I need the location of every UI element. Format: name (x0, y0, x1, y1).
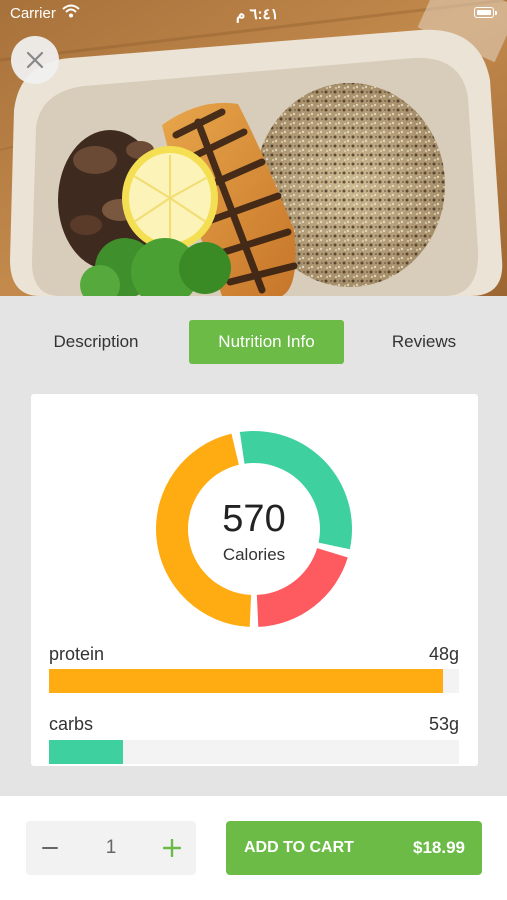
plus-icon (163, 839, 181, 857)
increase-quantity-button[interactable] (148, 821, 196, 875)
carbs-bar-fill (49, 740, 123, 764)
protein-bar-fill (49, 669, 443, 693)
tab-description[interactable]: Description (32, 320, 160, 364)
bottom-action-bar: 1 ADD TO CART $18.99 (0, 796, 507, 900)
meal-photo (0, 0, 507, 296)
battery-icon (474, 7, 497, 18)
tab-bar: Description Nutrition Info Reviews (0, 320, 507, 364)
tab-nutrition-info[interactable]: Nutrition Info (189, 320, 344, 364)
quantity-value: 1 (105, 837, 117, 858)
close-icon (26, 51, 44, 69)
quantity-stepper: 1 (26, 821, 196, 875)
nutrition-card: 570 Calories protein 48g carbs 53g (31, 394, 478, 766)
minus-icon (42, 847, 58, 849)
status-bar: Carrier ٦:٤١ م (0, 0, 507, 28)
tab-reviews[interactable]: Reviews (372, 320, 476, 364)
protein-bar-track (49, 669, 459, 693)
add-to-cart-label: ADD TO CART (244, 839, 354, 856)
add-to-cart-button[interactable]: ADD TO CART $18.99 (226, 821, 482, 875)
carbs-amount: 53g (428, 714, 459, 734)
wifi-icon (62, 4, 80, 22)
calories-value: 570 (222, 498, 286, 540)
protein-amount: 48g (428, 644, 459, 664)
close-button[interactable] (11, 36, 59, 84)
battery-level (476, 9, 491, 15)
status-time: ٦:٤١ م (236, 6, 279, 23)
carbs-bar-track (49, 740, 459, 764)
carbs-label: carbs (49, 714, 94, 734)
calories-label: Calories (222, 545, 286, 564)
decrease-quantity-button[interactable] (26, 821, 74, 875)
price-label: $18.99 (413, 838, 465, 857)
protein-label: protein (49, 644, 105, 664)
carrier-label: Carrier (10, 5, 56, 22)
